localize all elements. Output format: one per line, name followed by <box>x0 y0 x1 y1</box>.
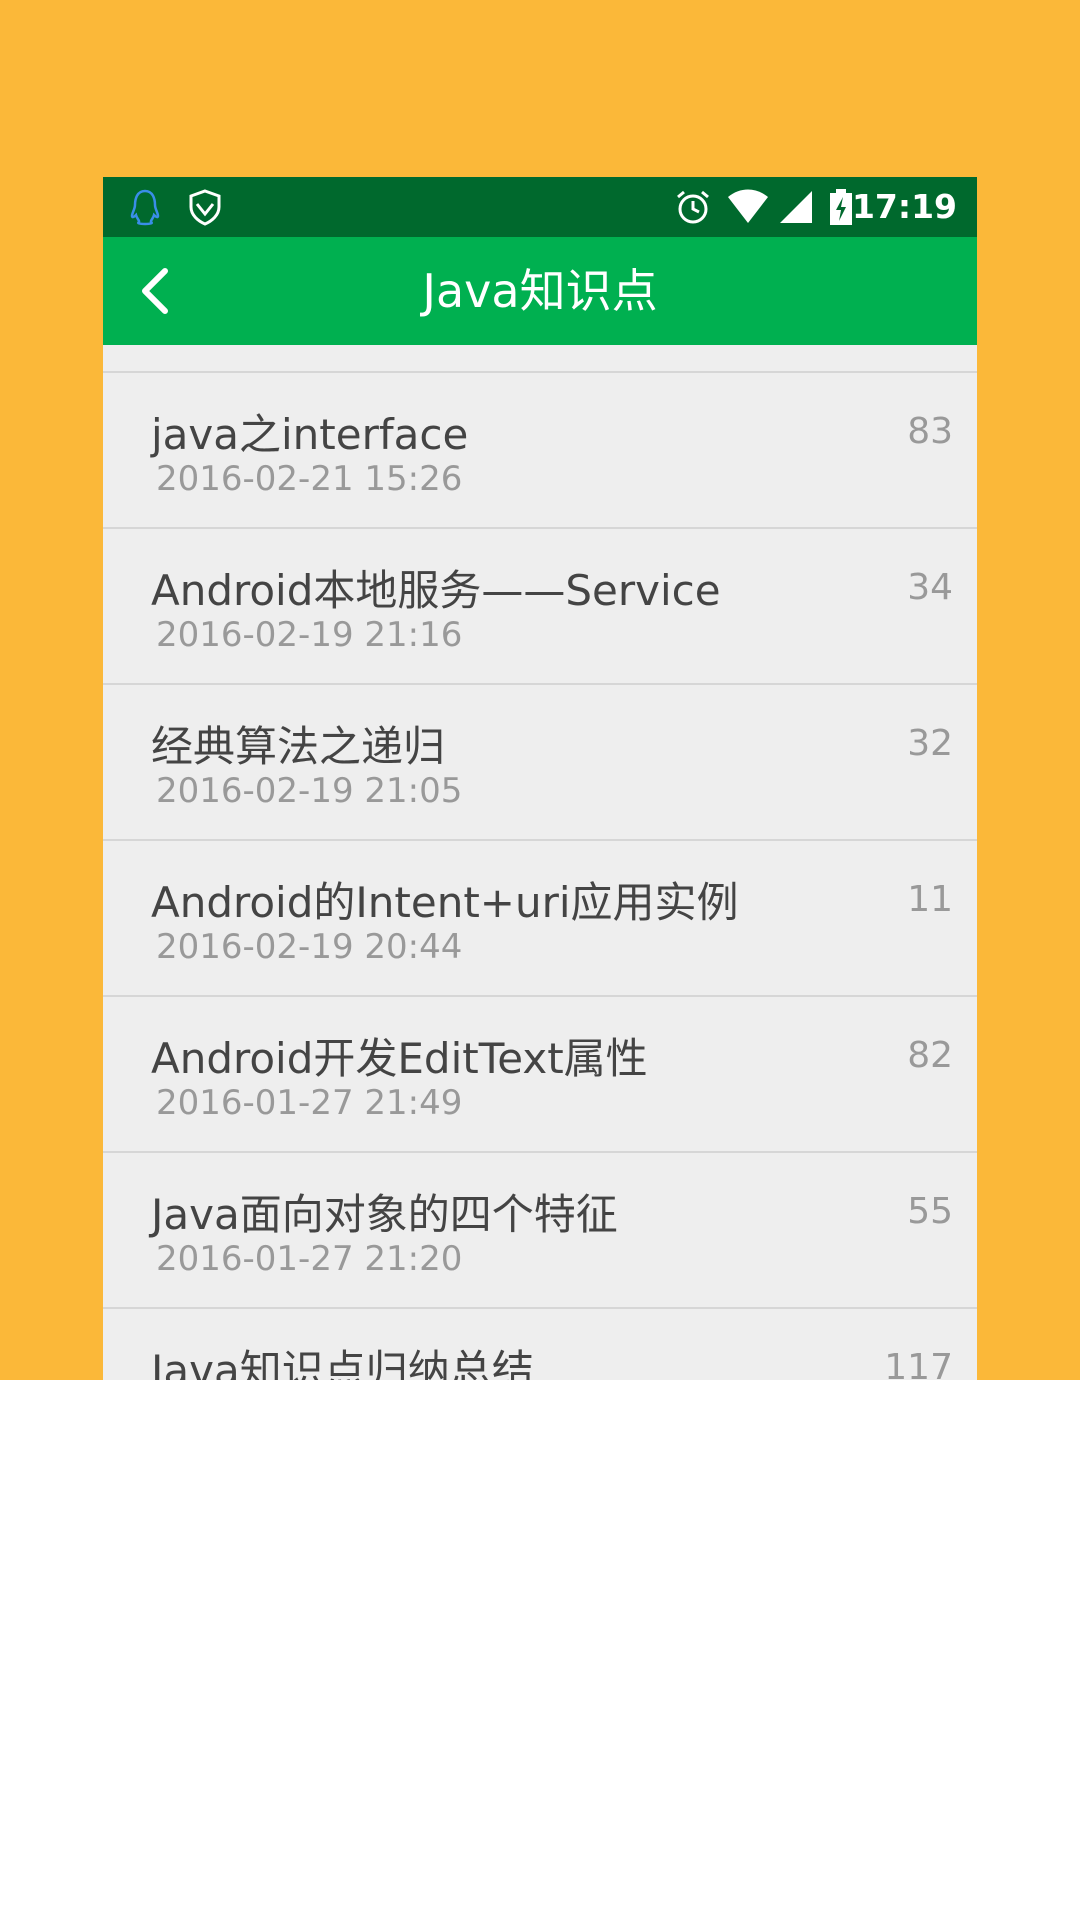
list-item[interactable]: 经典算法之递归 2016-02-19 21:05 32 <box>103 685 977 841</box>
item-count: 117 <box>884 1347 953 1380</box>
item-count: 55 <box>907 1191 953 1232</box>
item-title: Android的Intent+uri应用实例 <box>151 878 739 927</box>
list-item[interactable]: Android开发EditText属性 2016-01-27 21:49 82 <box>103 997 977 1153</box>
phone-screen: 17:19 Java知识点 java之interface 2016-02-21 … <box>103 177 977 1380</box>
signal-icon <box>776 187 816 227</box>
item-date: 2016-01-27 21:49 <box>156 1083 463 1123</box>
item-date: 2016-02-19 21:05 <box>156 771 463 811</box>
item-title: 经典算法之递归 <box>151 722 446 771</box>
item-count: 83 <box>907 411 953 452</box>
list-item[interactable]: Java知识点归纳总结 117 <box>103 1309 977 1380</box>
item-count: 11 <box>907 879 953 920</box>
app-bar: Java知识点 <box>103 237 977 345</box>
item-title: Java知识点归纳总结 <box>151 1346 534 1380</box>
list-item[interactable]: Java面向对象的四个特征 2016-01-27 21:20 55 <box>103 1153 977 1309</box>
item-date: 2016-02-19 21:16 <box>156 615 463 655</box>
article-list: java之interface 2016-02-21 15:26 83 Andro… <box>103 345 977 1380</box>
list-item[interactable]: Android本地服务——Service 2016-02-19 21:16 34 <box>103 529 977 685</box>
shield-icon <box>185 187 225 227</box>
list-item[interactable]: Android的Intent+uri应用实例 2016-02-19 20:44 … <box>103 841 977 997</box>
list-item[interactable]: java之interface 2016-02-21 15:26 83 <box>103 373 977 529</box>
list-divider <box>103 345 977 373</box>
item-title: Java面向对象的四个特征 <box>151 1190 618 1239</box>
item-count: 82 <box>907 1035 953 1076</box>
item-date: 2016-02-19 20:44 <box>156 927 463 967</box>
item-title: java之interface <box>151 410 469 459</box>
battery-charging-icon <box>827 187 855 227</box>
item-date: 2016-01-27 21:20 <box>156 1239 463 1279</box>
item-date: 2016-02-21 15:26 <box>156 459 463 499</box>
item-title: Android本地服务——Service <box>151 566 721 615</box>
back-button[interactable] <box>133 267 181 315</box>
qq-icon <box>125 187 165 227</box>
status-bar: 17:19 <box>103 177 977 237</box>
alarm-icon <box>673 187 713 227</box>
wifi-icon <box>726 187 770 227</box>
status-time: 17:19 <box>851 187 957 226</box>
page-title: Java知识点 <box>422 264 658 318</box>
item-title: Android开发EditText属性 <box>151 1034 648 1083</box>
chevron-left-icon <box>142 268 168 314</box>
item-count: 32 <box>907 723 953 764</box>
item-count: 34 <box>907 567 953 608</box>
